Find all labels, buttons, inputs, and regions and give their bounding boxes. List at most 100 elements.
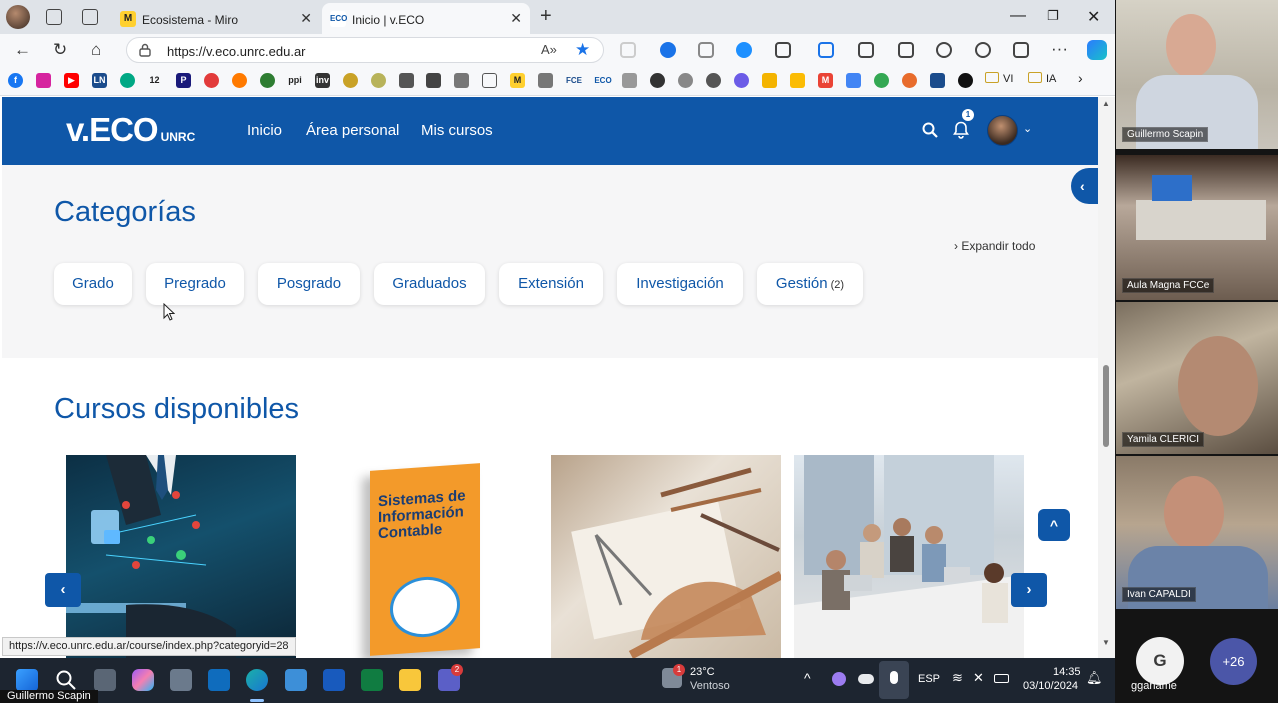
carousel-prev-button[interactable]: ‹ [45,573,81,607]
nav-inicio[interactable]: Inicio [247,122,282,139]
more-options-icon[interactable]: ··· [1051,39,1068,59]
bookmarks-overflow-icon[interactable]: › [1078,70,1083,86]
gmail-bookmark-icon[interactable]: M [818,73,833,88]
doc-bookmark-icon[interactable] [482,73,497,88]
expand-all-link[interactable]: › Expandir todo [954,239,1035,253]
orange-bookmark-icon[interactable] [232,73,247,88]
read-aloud-icon[interactable]: A» [541,42,557,57]
chevron-down-icon[interactable]: ⌄ [1023,122,1032,135]
edge-icon[interactable] [246,669,268,691]
start-icon[interactable] [16,669,38,691]
green-bookmark-icon[interactable] [260,73,275,88]
notifications-bell-icon[interactable] [953,121,969,139]
page-scrollbar[interactable]: ▲ ▼ [1098,97,1115,658]
gold-bookmark-icon[interactable] [343,73,358,88]
tab-actions-icon[interactable] [82,9,98,25]
search-icon[interactable] [55,669,77,691]
file-explorer-icon[interactable] [399,669,421,691]
workspaces-icon[interactable] [46,9,62,25]
category-posgrado[interactable]: Posgrado [258,263,360,305]
apple-bookmark-icon[interactable] [678,73,693,88]
p-bookmark-icon[interactable]: P [176,73,191,88]
tab-miro[interactable]: M Ecosistema - Miro ✕ [112,3,320,34]
camera-extension-icon[interactable] [698,42,714,58]
clock-time[interactable]: 14:35 [1053,666,1081,678]
excel-icon[interactable] [361,669,383,691]
carousel-next-button[interactable]: › [1011,573,1047,607]
card-bookmark-icon[interactable] [399,73,414,88]
facebook-bookmark-icon[interactable]: f [8,73,23,88]
back-to-top-button[interactable]: ^ [1038,509,1070,541]
weather-temp[interactable]: 23°C [690,666,715,678]
keep-bookmark-icon[interactable] [790,73,805,88]
battery-icon[interactable] [994,674,1009,683]
bookmark-folder-ia[interactable]: IA [1028,72,1056,85]
category-extension[interactable]: Extensión [499,263,603,305]
globe-extension-icon[interactable] [660,42,676,58]
bookmark-folder-vi[interactable]: VI [985,72,1013,85]
split-screen-icon[interactable] [858,42,874,58]
category-investigacion[interactable]: Investigación [617,263,743,305]
keyboard-bookmark-icon[interactable] [622,73,637,88]
participant-avatar-g[interactable]: G [1136,637,1184,685]
a-bookmark-icon[interactable] [650,73,665,88]
wifi-icon[interactable]: ≋ [952,670,963,686]
doc2-bookmark-icon[interactable] [538,73,553,88]
tab-veco[interactable]: ECO Inicio | v.ECO ✕ [322,3,530,34]
more-participants-button[interactable]: +26 [1210,638,1257,685]
course-card-2[interactable]: Sistemas de Información Contable [310,455,540,658]
ppi-bookmark-icon[interactable]: ppi [286,73,304,88]
cast-icon[interactable] [818,42,834,58]
close-tab-icon[interactable]: ✕ [510,10,522,27]
search-icon[interactable] [922,122,938,138]
history-icon[interactable] [936,42,952,58]
youtube-bookmark-icon[interactable]: ▶ [64,73,79,88]
task-view-icon[interactable] [94,669,116,691]
address-bar[interactable]: https://v.eco.unrc.edu.ar A» ★ [126,37,604,63]
circle-bookmark-icon[interactable] [958,73,973,88]
scroll-up-icon[interactable]: ▲ [1102,99,1110,108]
participant-tile-1[interactable]: Guillermo Scapin [1116,0,1278,149]
onedrive-icon[interactable] [858,674,874,684]
course-card-1[interactable] [66,455,296,658]
copilot-tray-icon[interactable] [832,672,846,686]
home-icon[interactable]: ⌂ [91,40,101,60]
back-icon[interactable]: ← [14,40,31,60]
participant-tile-3[interactable]: Yamila CLERICI [1116,302,1278,454]
drive-bookmark-icon[interactable] [762,73,777,88]
outlook-icon[interactable] [208,669,230,691]
copilot-icon[interactable] [1087,40,1107,60]
miro-bookmark-icon[interactable]: M [510,73,525,88]
close-window-icon[interactable]: ✕ [1087,7,1100,27]
profile-avatar[interactable] [6,5,30,29]
new-tab-icon[interactable]: + [540,5,552,28]
participant-tile-4[interactable]: Ivan CAPALDI [1116,456,1278,609]
user-bookmark-icon[interactable] [454,73,469,88]
scroll-down-icon[interactable]: ▼ [1102,638,1110,647]
performance-icon[interactable] [975,42,991,58]
card2-bookmark-icon[interactable] [426,73,441,88]
category-gestion[interactable]: Gestión (2) [757,263,863,305]
category-pregrado[interactable]: Pregrado [146,263,244,305]
share-icon[interactable] [1013,42,1029,58]
veco-logo[interactable]: v.ECO UNRC [66,111,195,149]
maps-bookmark-icon[interactable] [874,73,889,88]
eco-bookmark-icon[interactable]: ECO [594,73,612,88]
nav-area-personal[interactable]: Área personal [306,122,399,139]
favorite-star-icon[interactable]: ★ [575,40,590,60]
purple-bookmark-icon[interactable] [734,73,749,88]
c-bookmark-icon[interactable] [120,73,135,88]
olive-bookmark-icon[interactable] [371,73,386,88]
participant-tile-2[interactable]: Aula Magna FCCe [1116,155,1278,300]
notepad-icon[interactable] [285,669,307,691]
category-grado[interactable]: Grado [54,263,132,305]
language-indicator[interactable]: ESP [918,673,940,685]
ln-bookmark-icon[interactable]: LN [92,73,107,88]
triangle-bookmark-icon[interactable] [930,73,945,88]
sync-extension-icon[interactable] [736,42,752,58]
minimize-icon[interactable]: — [1010,7,1026,25]
translate-bookmark-icon[interactable] [846,73,861,88]
12-bookmark-icon[interactable]: 12 [147,73,162,88]
extensions-icon[interactable] [775,42,791,58]
word-icon[interactable] [323,669,345,691]
